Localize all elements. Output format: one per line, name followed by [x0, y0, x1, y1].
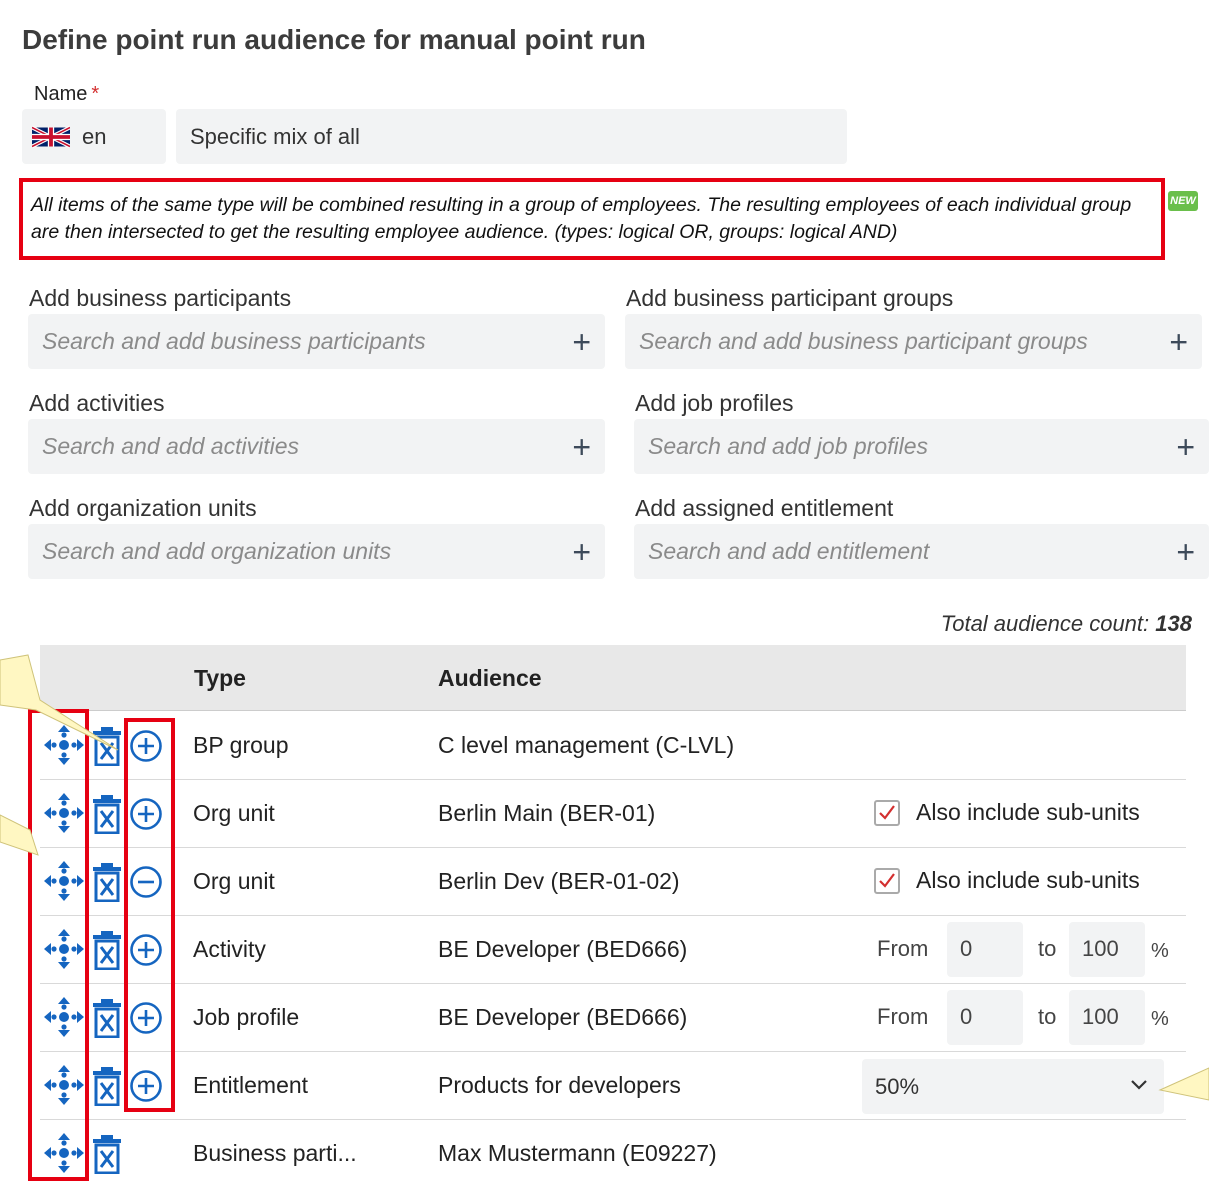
to-label: to — [1038, 1004, 1057, 1029]
to-input[interactable]: 100 — [1069, 990, 1145, 1045]
checkmark-icon — [879, 873, 895, 888]
delete-icon[interactable] — [92, 930, 122, 970]
column-header-audience: Audience — [438, 665, 542, 691]
job-profiles-search-field[interactable]: Search and add job profiles + — [634, 419, 1209, 474]
row-audience: C level management (C-LVL) — [438, 732, 735, 758]
bpg-search-placeholder: Search and add business participant grou… — [639, 328, 1088, 354]
table-row: Entitlement Products for developers 50% — [40, 1052, 1186, 1120]
activities-search-placeholder: Search and add activities — [42, 433, 299, 459]
row-type: Business parti... — [193, 1140, 357, 1166]
table-row: Activity BE Developer (BED666) From 0 to… — [40, 916, 1186, 984]
total-audience-count: Total audience count: 138 — [941, 611, 1192, 637]
activities-search-field[interactable]: Search and add activities + — [28, 419, 605, 474]
column-header-type: Type — [194, 665, 246, 691]
include-sub-units-checkbox[interactable] — [874, 800, 900, 826]
from-input[interactable]: 0 — [947, 922, 1023, 977]
language-selector[interactable]: en — [22, 109, 166, 164]
table-row: Business parti... Max Mustermann (E09227… — [40, 1120, 1186, 1187]
add-bp-plus-icon[interactable]: + — [572, 326, 591, 358]
org-units-label: Add organization units — [29, 495, 257, 521]
row-audience: Berlin Main (BER-01) — [438, 800, 656, 826]
callout-pointer-right — [1158, 1067, 1209, 1101]
org-units-search-field[interactable]: Search and add organization units + — [28, 524, 605, 579]
entitlement-search-field[interactable]: Search and add entitlement + — [634, 524, 1209, 579]
info-note: All items of the same type will be combi… — [19, 178, 1165, 260]
add-job-profiles-plus-icon[interactable]: + — [1176, 431, 1195, 463]
delete-icon[interactable] — [92, 1066, 122, 1106]
add-activities-plus-icon[interactable]: + — [572, 431, 591, 463]
add-entitlement-plus-icon[interactable]: + — [1176, 536, 1195, 568]
delete-icon[interactable] — [92, 1134, 122, 1174]
row-type: Activity — [193, 936, 266, 962]
bp-search-field[interactable]: Search and add business participants + — [28, 314, 605, 369]
add-bpg-plus-icon[interactable]: + — [1169, 326, 1188, 358]
row-type: BP group — [193, 732, 289, 758]
table-row: Job profile BE Developer (BED666) From 0… — [40, 984, 1186, 1052]
to-label: to — [1038, 936, 1057, 961]
from-input[interactable]: 0 — [947, 990, 1023, 1045]
row-audience: Berlin Dev (BER-01-02) — [438, 868, 680, 894]
row-audience: Max Mustermann (E09227) — [438, 1140, 717, 1166]
job-profiles-label: Add job profiles — [635, 390, 794, 416]
row-type: Entitlement — [193, 1072, 309, 1098]
include-sub-units-checkbox[interactable] — [874, 868, 900, 894]
new-badge: NEW — [1168, 191, 1198, 211]
include-sub-units-label: Also include sub-units — [916, 799, 1140, 825]
checkmark-icon — [879, 805, 895, 820]
table-row: Org unit Berlin Main (BER-01) Also inclu… — [40, 780, 1186, 848]
row-type: Org unit — [193, 800, 275, 826]
name-label-text: Name — [34, 83, 88, 105]
row-audience: Products for developers — [438, 1072, 681, 1098]
chevron-down-icon — [1131, 1080, 1147, 1090]
bp-search-placeholder: Search and add business participants — [42, 328, 426, 354]
bpg-label: Add business participant groups — [626, 285, 954, 311]
total-value: 138 — [1155, 611, 1192, 636]
row-type: Org unit — [193, 868, 275, 894]
row-audience: BE Developer (BED666) — [438, 936, 688, 962]
uk-flag-icon — [32, 125, 70, 148]
table-row: Org unit Berlin Dev (BER-01-02) Also inc… — [40, 848, 1186, 916]
to-input[interactable]: 100 — [1069, 922, 1145, 977]
bp-label: Add business participants — [29, 285, 292, 311]
name-label: Name * — [34, 83, 99, 106]
table-header: Type Audience — [40, 645, 1186, 711]
entitlement-label: Add assigned entitlement — [635, 495, 894, 521]
total-label: Total audience count: — [940, 611, 1150, 636]
select-value: 50% — [875, 1074, 920, 1099]
job-profiles-search-placeholder: Search and add job profiles — [648, 433, 929, 459]
entitlement-search-placeholder: Search and add entitlement — [648, 538, 930, 564]
entitlement-percentage-select[interactable]: 50% — [862, 1059, 1164, 1114]
percent-unit: % — [1151, 1008, 1169, 1030]
required-mark: * — [91, 83, 100, 105]
callout-pointer-left — [0, 654, 119, 856]
table-row: BP group C level management (C-LVL) — [40, 712, 1186, 780]
from-label: From — [877, 1004, 929, 1029]
from-label: From — [877, 936, 929, 961]
language-code: en — [82, 123, 107, 149]
add-org-units-plus-icon[interactable]: + — [572, 536, 591, 568]
activities-label: Add activities — [29, 390, 165, 416]
row-audience: BE Developer (BED666) — [438, 1004, 688, 1030]
delete-icon[interactable] — [92, 998, 122, 1038]
name-input[interactable] — [176, 109, 847, 164]
page-title: Define point run audience for manual poi… — [22, 24, 646, 55]
bpg-search-field[interactable]: Search and add business participant grou… — [625, 314, 1202, 369]
percent-unit: % — [1151, 940, 1169, 962]
row-type: Job profile — [193, 1004, 300, 1030]
org-units-search-placeholder: Search and add organization units — [42, 538, 392, 564]
include-sub-units-label: Also include sub-units — [916, 867, 1140, 893]
